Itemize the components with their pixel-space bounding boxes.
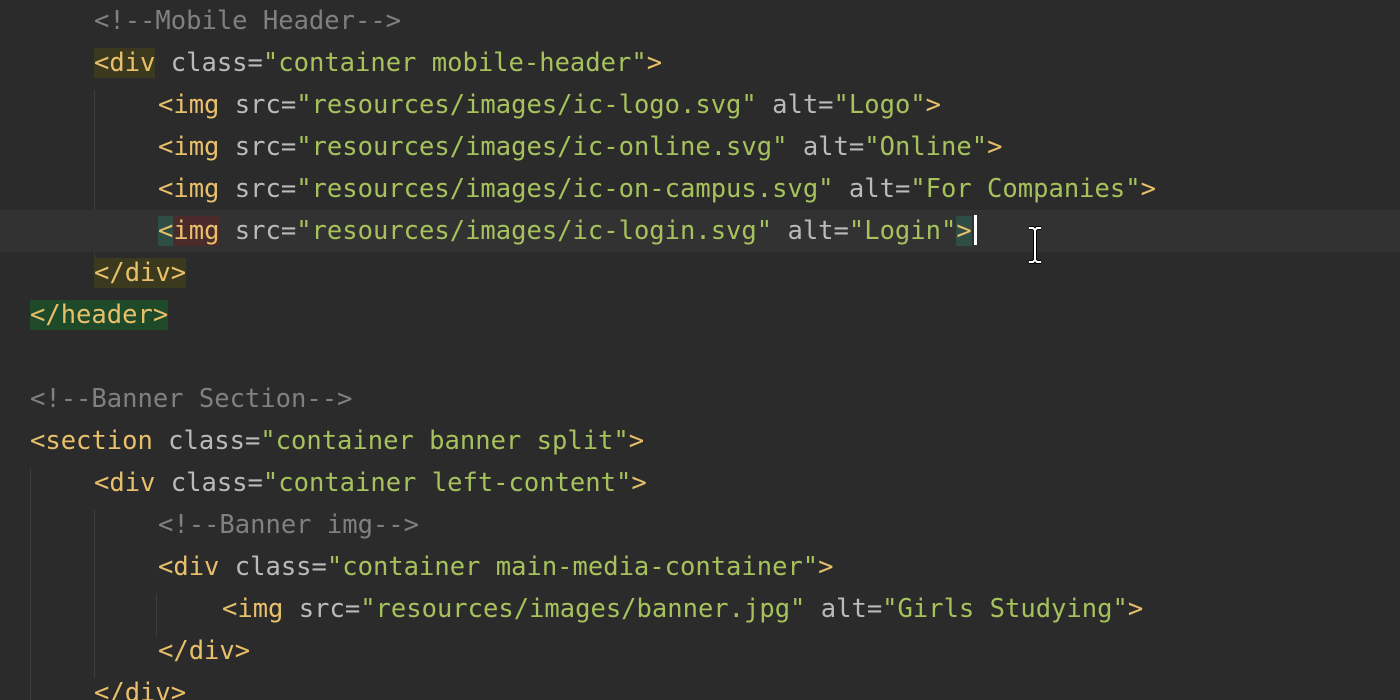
code-line-content: <div class="container mobile-header">: [94, 42, 662, 84]
code-token: </div>: [158, 636, 251, 666]
code-token: src=: [283, 594, 361, 624]
code-token: <!--Banner img-->: [158, 510, 419, 540]
code-line[interactable]: <!--Mobile Header-->: [0, 0, 1400, 42]
code-line-content: </div>: [94, 672, 186, 700]
code-line-content: </header>: [30, 294, 169, 336]
code-token: class=: [155, 468, 263, 498]
code-line-content: <section class="container banner split">: [30, 420, 644, 462]
code-line[interactable]: <!--Banner img-->: [0, 504, 1400, 546]
code-token: src=: [219, 216, 297, 246]
code-line-content: <img src="resources/images/banner.jpg" a…: [222, 588, 1143, 630]
code-token: >: [646, 48, 663, 78]
code-token: class=: [219, 552, 327, 582]
code-line[interactable]: [0, 336, 1400, 378]
code-token: </div>: [94, 258, 187, 288]
code-line[interactable]: </div>: [0, 252, 1400, 294]
code-token: >: [956, 216, 972, 246]
code-token: </header>: [30, 300, 169, 330]
code-line[interactable]: <section class="container banner split">: [0, 420, 1400, 462]
code-line[interactable]: </div>: [0, 630, 1400, 672]
code-token: <img: [158, 132, 220, 162]
code-line[interactable]: <div class="container left-content">: [0, 462, 1400, 504]
text-caret: [973, 215, 977, 245]
code-token: <img: [158, 174, 220, 204]
code-line-content: <!--Banner img-->: [158, 504, 419, 546]
code-token: alt=: [787, 132, 865, 162]
code-token: alt=: [833, 174, 911, 204]
code-line[interactable]: <img src="resources/images/ic-logo.svg" …: [0, 84, 1400, 126]
code-line-content: <!--Mobile Header-->: [94, 0, 401, 42]
code-line[interactable]: <!--Banner Section-->: [0, 378, 1400, 420]
code-token: alt=: [772, 216, 849, 246]
code-token: "container main-media-container": [326, 552, 819, 582]
code-token: "Login": [848, 216, 957, 246]
code-token: <img: [222, 594, 284, 624]
code-token: img: [173, 216, 220, 246]
code-line-content: <img src="resources/images/ic-login.svg"…: [158, 210, 977, 252]
code-line[interactable]: <img src="resources/images/banner.jpg" a…: [0, 588, 1400, 630]
code-token: "resources/images/banner.jpg": [360, 594, 806, 624]
code-token: "container banner split": [260, 426, 629, 456]
code-token: >: [631, 468, 647, 498]
code-token: "Girls Studying": [882, 594, 1128, 624]
code-token: >: [628, 426, 645, 456]
code-line-content: <!--Banner Section-->: [30, 378, 352, 420]
code-line[interactable]: <img src="resources/images/ic-on-campus.…: [0, 168, 1400, 210]
code-token: alt=: [756, 90, 834, 120]
code-token: class=: [155, 48, 263, 78]
code-token: >: [1140, 174, 1156, 204]
code-token: "resources/images/ic-login.svg": [296, 216, 773, 246]
code-token: <img: [158, 90, 220, 120]
code-token: </div>: [94, 678, 187, 700]
code-editor[interactable]: <!--Mobile Header--> <div class="containe…: [0, 0, 1400, 700]
code-line[interactable]: </header>: [0, 294, 1400, 336]
code-token: <div: [158, 552, 220, 582]
code-line[interactable]: <div class="container main-media-contain…: [0, 546, 1400, 588]
code-token: <div: [94, 468, 156, 498]
code-token: "Logo": [833, 90, 926, 120]
code-line-content: <img src="resources/images/ic-online.svg…: [158, 126, 1002, 168]
code-token: src=: [219, 132, 297, 162]
code-token: <div: [94, 48, 156, 78]
code-token: >: [818, 552, 834, 582]
code-token: <: [158, 216, 174, 246]
code-token: class=: [152, 426, 261, 456]
code-token: alt=: [805, 594, 883, 624]
i-beam-cursor-icon: [1029, 226, 1041, 264]
code-line-content: <img src="resources/images/ic-on-campus.…: [158, 168, 1156, 210]
code-token: <!--Banner Section-->: [30, 384, 353, 414]
code-line[interactable]: </div>: [0, 672, 1400, 700]
code-token: "container mobile-header": [262, 48, 647, 78]
code-token: src=: [219, 174, 297, 204]
code-token: >: [987, 132, 1003, 162]
code-line[interactable]: <img src="resources/images/ic-login.svg"…: [0, 210, 1400, 252]
code-line-content: <div class="container left-content">: [94, 462, 647, 504]
code-token: <section: [30, 426, 153, 456]
code-token: "For Companies": [910, 174, 1141, 204]
code-line[interactable]: <img src="resources/images/ic-online.svg…: [0, 126, 1400, 168]
code-line-content: <img src="resources/images/ic-logo.svg" …: [158, 84, 941, 126]
code-token: >: [925, 90, 942, 120]
code-token: "resources/images/ic-on-campus.svg": [296, 174, 834, 204]
code-token: src=: [219, 90, 297, 120]
code-token: >: [1127, 594, 1144, 624]
code-line-content: </div>: [158, 630, 250, 672]
code-token: "resources/images/ic-online.svg": [296, 132, 788, 162]
code-token: <!--Mobile Header-->: [94, 6, 402, 36]
code-token: "Online": [864, 132, 988, 162]
code-line-content: </div>: [94, 252, 187, 294]
code-token: "container left-content": [262, 468, 632, 498]
code-line[interactable]: <div class="container mobile-header">: [0, 42, 1400, 84]
code-line-content: <div class="container main-media-contain…: [158, 546, 834, 588]
code-token: "resources/images/ic-logo.svg": [296, 90, 757, 120]
